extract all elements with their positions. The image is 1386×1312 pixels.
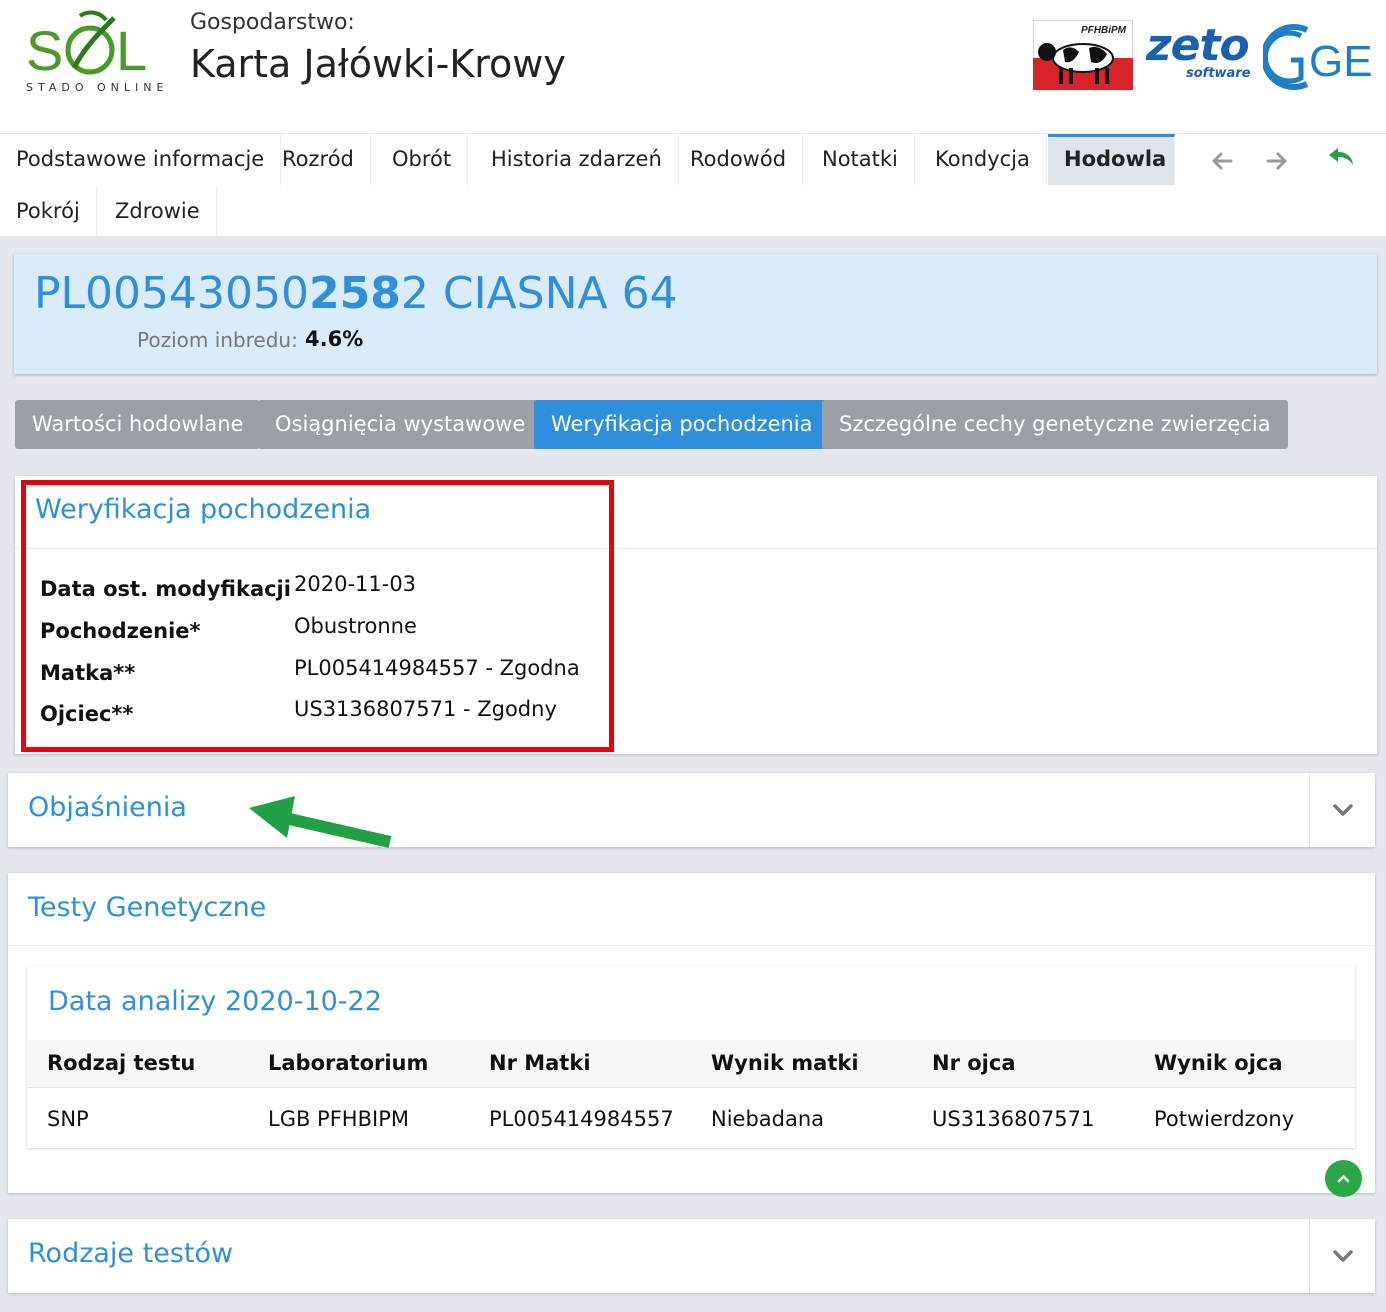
pfhbipm-logo-text: PFHBiPM	[1081, 25, 1127, 36]
tab-pokroj[interactable]: Pokrój	[0, 186, 97, 237]
inbreeding-value: 4.6%	[305, 327, 364, 351]
gen-logo: GEN	[1263, 24, 1375, 90]
chevron-down-icon[interactable]	[1328, 1241, 1358, 1271]
reply-icon[interactable]	[1326, 142, 1356, 172]
column-header-dam-number: Nr Matki	[489, 1051, 591, 1075]
table-cell-sire-number: US3136807571	[932, 1107, 1095, 1131]
column-header-test-type: Rodzaj testu	[47, 1051, 196, 1075]
table-cell-sire-result: Potwierdzony	[1154, 1107, 1295, 1131]
subtab-wartosci-hodowlane[interactable]: Wartości hodowlane	[15, 400, 261, 449]
page-title: Karta Jałówki-Krowy	[190, 42, 566, 86]
annotation-arrow-icon	[249, 796, 392, 848]
tab-obrot[interactable]: Obrót	[376, 134, 469, 185]
tab-notatki[interactable]: Notatki	[806, 134, 915, 185]
table-cell-test-type: SNP	[47, 1107, 89, 1131]
arrow-right-icon[interactable]	[1262, 146, 1292, 176]
column-header-sire-number: Nr ojca	[932, 1051, 1016, 1075]
zeto-logo: zeto	[1146, 20, 1250, 71]
app-header: S L STADO ONLINE Gospodarstwo: Karta Jał…	[0, 0, 1386, 133]
zeto-logo-sub: software	[1186, 66, 1251, 81]
tab-kondycja[interactable]: Kondycja	[919, 134, 1047, 185]
subtab-szczegolne-cechy[interactable]: Szczególne cechy genetyczne zwierzęcia	[822, 400, 1288, 449]
card-divider	[8, 945, 1375, 946]
subtab-osiagniecia-wystawowe[interactable]: Osiągnięcia wystawowe	[258, 400, 543, 449]
highlight-box	[21, 480, 614, 752]
main-nav: Podstawowe informacje Rozród Obrót Histo…	[0, 133, 1386, 237]
tab-zdrowie[interactable]: Zdrowie	[99, 186, 217, 237]
animal-name: CIASNA 64	[442, 268, 678, 319]
animal-banner: PL005430502582 CIASNA 64 Poziom inbredu:…	[14, 254, 1377, 374]
explanations-card[interactable]	[8, 773, 1375, 847]
animal-id-bold: 258	[309, 268, 401, 319]
analysis-title: Data analizy 2020-10-22	[48, 986, 382, 1017]
svg-text:S: S	[26, 19, 63, 82]
pfhbipm-logo: PFHBiPM	[1033, 20, 1133, 90]
farm-label: Gospodarstwo:	[190, 10, 355, 35]
arrow-left-icon[interactable]	[1207, 146, 1237, 176]
column-header-dam-result: Wynik matki	[711, 1051, 859, 1075]
table-cell-dam-result: Niebadana	[711, 1107, 825, 1131]
table-cell-laboratory: LGB PFHBIPM	[268, 1107, 409, 1131]
animal-id-prefix: PL00543050	[34, 268, 309, 319]
test-types-title[interactable]: Rodzaje testów	[28, 1238, 233, 1269]
card-separator	[1309, 773, 1310, 847]
inbreeding-label: Poziom inbredu:	[137, 328, 298, 352]
column-header-laboratory: Laboratorium	[268, 1051, 429, 1075]
logo-subtitle: STADO ONLINE	[26, 81, 169, 94]
chevron-up-icon	[1337, 1175, 1350, 1183]
scroll-top-button[interactable]	[1325, 1160, 1362, 1197]
explanations-title[interactable]: Objaśnienia	[28, 792, 187, 823]
chevron-down-icon[interactable]	[1328, 795, 1358, 825]
gen-logo-text: GEN	[1309, 37, 1375, 86]
subtab-weryfikacja-pochodzenia[interactable]: Weryfikacja pochodzenia	[534, 400, 830, 449]
tab-historia-zdarzen[interactable]: Historia zdarzeń	[475, 134, 679, 185]
tab-podstawowe-informacje[interactable]: Podstawowe informacje	[0, 134, 282, 185]
column-header-sire-result: Wynik ojca	[1154, 1051, 1283, 1075]
animal-id-suffix: 2	[400, 268, 429, 319]
tab-rodowod[interactable]: Rodowód	[674, 134, 804, 185]
card-separator	[1309, 1219, 1310, 1293]
svg-text:L: L	[116, 19, 147, 82]
table-cell-dam-number: PL005414984557	[489, 1107, 674, 1131]
tab-hodowla[interactable]: Hodowla	[1048, 134, 1175, 185]
animal-id: PL005430502582 CIASNA 64	[34, 268, 678, 319]
tab-rozrod[interactable]: Rozród	[266, 134, 371, 185]
genetic-tests-title: Testy Genetyczne	[28, 892, 267, 923]
